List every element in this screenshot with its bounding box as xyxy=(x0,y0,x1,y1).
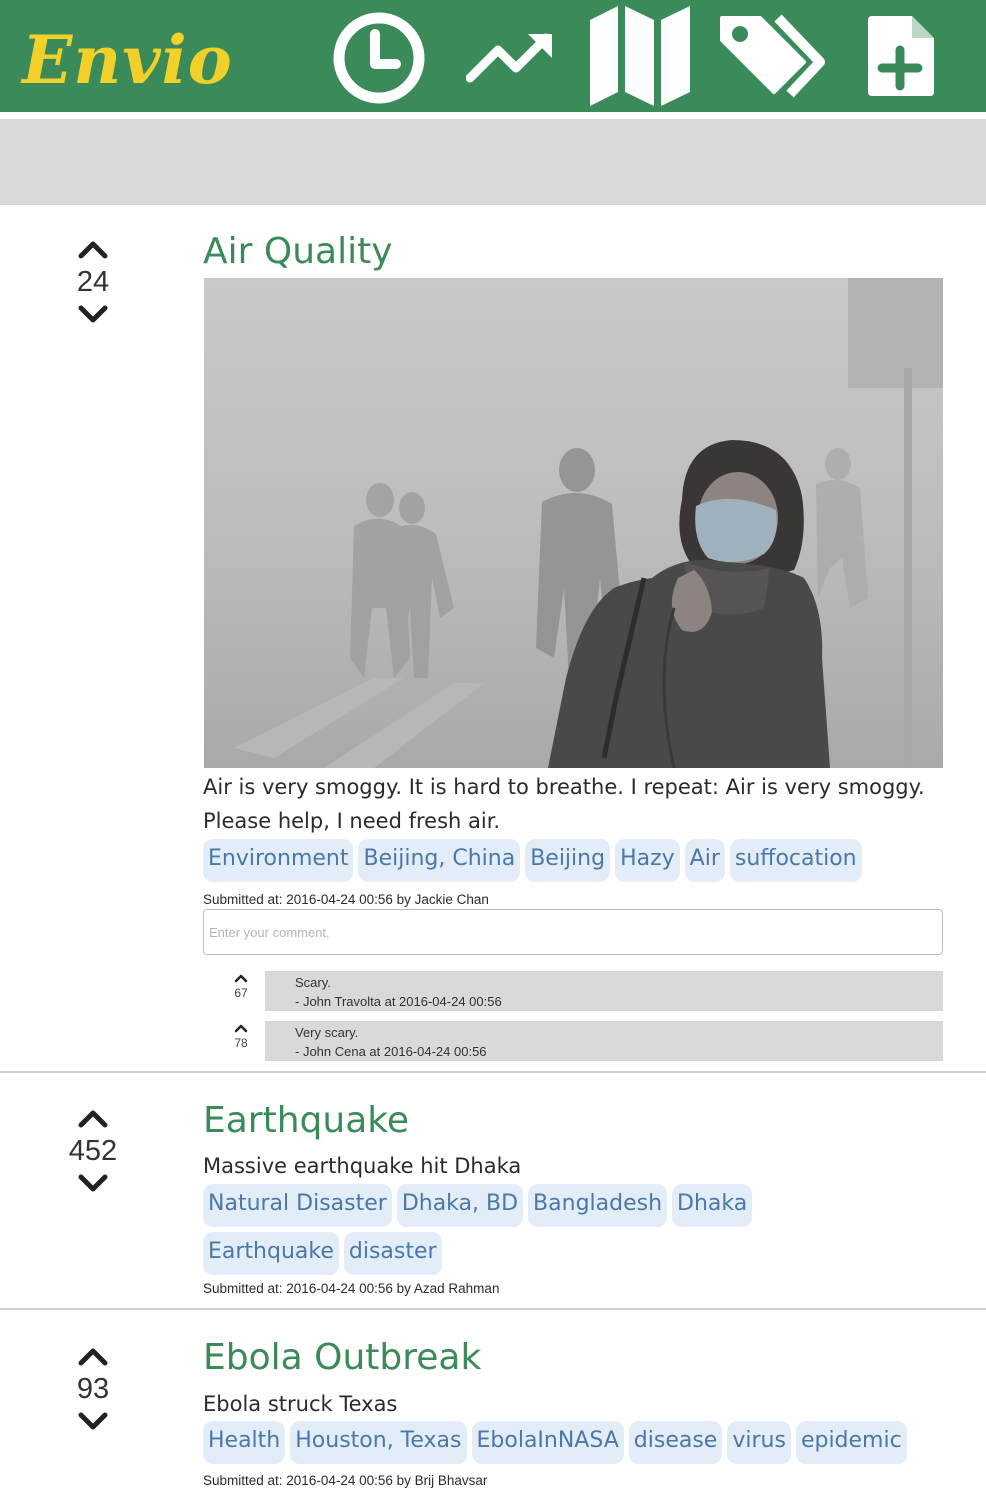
top-nav-bar: Envio xyxy=(0,0,986,112)
upvote-icon[interactable] xyxy=(78,238,108,260)
comment-vote-panel: 78 xyxy=(226,1023,256,1051)
tag[interactable]: EbolaInNASA xyxy=(471,1421,624,1464)
tag[interactable]: Houston, Texas xyxy=(290,1421,467,1464)
tag[interactable]: Air xyxy=(684,839,725,882)
tag[interactable]: virus xyxy=(727,1421,791,1464)
tag[interactable]: Hazy xyxy=(615,839,680,882)
comment-vote-count: 78 xyxy=(234,1036,248,1050)
post-vote-panel: 452 xyxy=(52,1107,134,1195)
post-title[interactable]: Air Quality xyxy=(203,230,393,274)
post-description: Ebola struck Texas xyxy=(203,1392,398,1416)
comment-vote-count: 67 xyxy=(234,986,248,1000)
comment-text: Scary. xyxy=(295,975,331,990)
sub-toolbar xyxy=(0,119,986,205)
tag[interactable]: disaster xyxy=(343,1232,442,1275)
submitted-info: Submitted at: 2016-04-24 00:56 by Azad R… xyxy=(203,1281,500,1296)
tag[interactable]: Earthquake xyxy=(203,1232,339,1275)
vote-count: 93 xyxy=(76,1373,110,1405)
post-photo xyxy=(204,278,943,768)
comment-vote-panel: 67 xyxy=(226,973,256,1001)
tag[interactable]: Dhaka xyxy=(672,1184,753,1227)
post-divider xyxy=(0,1071,986,1073)
submitted-info: Submitted at: 2016-04-24 00:56 by Jackie… xyxy=(203,892,489,907)
app-logo[interactable]: Envio xyxy=(22,20,233,100)
smog-photo-image xyxy=(204,278,943,768)
header-separator xyxy=(0,112,986,119)
comment-upvote-icon[interactable] xyxy=(234,973,248,983)
comment-body: Very scary. - John Cena at 2016-04-24 00… xyxy=(265,1021,943,1061)
comment-input[interactable] xyxy=(203,909,943,955)
post-description: Air is very smoggy. It is hard to breath… xyxy=(203,775,925,833)
comment-text: Very scary. xyxy=(295,1025,359,1040)
trending-up-icon[interactable] xyxy=(466,30,556,84)
post-tags: Environment Beijing, China Beijing Hazy … xyxy=(203,839,943,882)
new-file-icon[interactable] xyxy=(864,12,936,100)
submitted-info: Submitted at: 2016-04-24 00:56 by Brij B… xyxy=(203,1473,488,1488)
map-icon[interactable] xyxy=(588,4,692,108)
post-description: Massive earthquake hit Dhaka xyxy=(203,1154,522,1178)
post-tags: Natural Disaster Dhaka, BD Bangladesh Dh… xyxy=(203,1184,893,1275)
tag[interactable]: epidemic xyxy=(795,1421,907,1464)
comment-item: 78 Very scary. - John Cena at 2016-04-24… xyxy=(204,1021,943,1061)
comment-meta: - John Travolta at 2016-04-24 00:56 xyxy=(295,994,502,1009)
tag[interactable]: Natural Disaster xyxy=(203,1184,392,1227)
tags-icon[interactable] xyxy=(716,12,828,100)
tag[interactable]: Health xyxy=(203,1421,286,1464)
tag[interactable]: Environment xyxy=(203,839,354,882)
vote-count: 24 xyxy=(76,266,110,298)
post-vote-panel: 93 xyxy=(52,1345,134,1433)
post-divider xyxy=(0,1308,986,1310)
tag[interactable]: disease xyxy=(628,1421,723,1464)
post-vote-panel: 24 xyxy=(52,238,134,326)
comment-meta: - John Cena at 2016-04-24 00:56 xyxy=(295,1044,487,1059)
post-title[interactable]: Ebola Outbreak xyxy=(203,1336,481,1380)
downvote-icon[interactable] xyxy=(78,1173,108,1195)
tag[interactable]: Bangladesh xyxy=(528,1184,668,1227)
comment-item: 67 Scary. - John Travolta at 2016-04-24 … xyxy=(204,971,943,1011)
vote-count: 452 xyxy=(68,1135,118,1167)
upvote-icon[interactable] xyxy=(78,1345,108,1367)
upvote-icon[interactable] xyxy=(78,1107,108,1129)
clock-icon[interactable] xyxy=(330,10,428,106)
comment-body: Scary. - John Travolta at 2016-04-24 00:… xyxy=(265,971,943,1011)
tag[interactable]: Dhaka, BD xyxy=(396,1184,524,1227)
tag[interactable]: suffocation xyxy=(729,839,862,882)
downvote-icon[interactable] xyxy=(78,304,108,326)
tag[interactable]: Beijing, China xyxy=(358,839,521,882)
post-tags: Health Houston, Texas EbolaInNASA diseas… xyxy=(203,1421,943,1464)
tag[interactable]: Beijing xyxy=(525,839,611,882)
post-title[interactable]: Earthquake xyxy=(203,1099,409,1143)
downvote-icon[interactable] xyxy=(78,1411,108,1433)
comment-upvote-icon[interactable] xyxy=(234,1023,248,1033)
